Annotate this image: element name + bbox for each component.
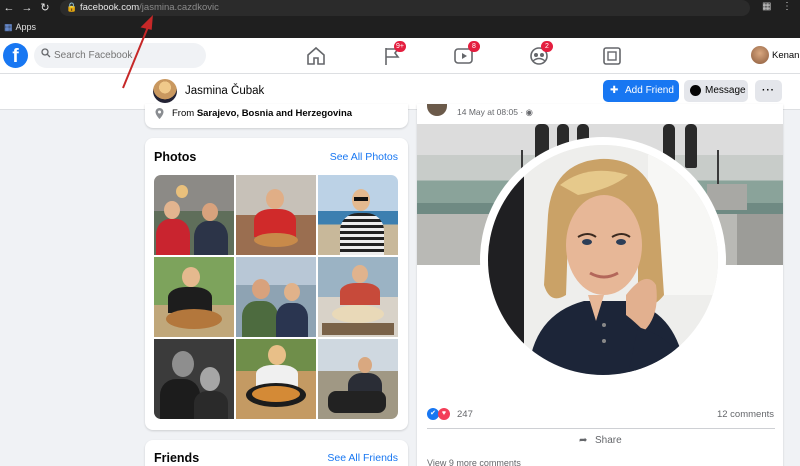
profile-name[interactable]: Jasmina Čubak	[185, 85, 264, 97]
apps-bookmark[interactable]: ▦ Apps	[4, 22, 36, 33]
back-icon[interactable]: ←	[2, 1, 16, 15]
location-pin-icon	[155, 108, 164, 119]
photo-grid	[154, 175, 398, 419]
add-friend-label: Add Friend	[625, 85, 674, 96]
reactions-row: ✔ ♥ 247 12 comments	[427, 408, 777, 422]
groups-badge: 2	[541, 41, 553, 52]
friends-title: Friends	[154, 451, 200, 465]
user-avatar	[751, 46, 769, 64]
globe-icon: ◉	[525, 107, 533, 117]
url-text: facebook.com/jasmina.cazdkovic	[80, 2, 219, 13]
forward-icon[interactable]: →	[20, 1, 34, 15]
message-label: Message	[705, 85, 746, 96]
view-more-comments-link[interactable]: View 9 more comments	[427, 458, 521, 466]
profile-picture[interactable]	[488, 145, 718, 375]
lock-icon: 🔒	[66, 2, 78, 12]
photo-thumbnail[interactable]	[154, 257, 234, 337]
comments-count[interactable]: 12 comments	[717, 409, 774, 420]
add-friend-icon: ✚	[610, 85, 619, 96]
translate-icon[interactable]: ▦	[762, 1, 771, 12]
browser-chrome: ← → ↻ 🔒 facebook.com/jasmina.cazdkovic ▦…	[0, 0, 800, 38]
post-header: 14 May at 08:05 · ◉	[417, 104, 783, 124]
search-icon	[41, 48, 51, 58]
message-button[interactable]: Message	[684, 80, 748, 102]
see-all-photos-link[interactable]: See All Photos	[330, 151, 398, 163]
photo-thumbnail[interactable]	[236, 257, 316, 337]
address-bar[interactable]: 🔒 facebook.com/jasmina.cazdkovic	[60, 0, 750, 16]
share-button[interactable]: ➦ Share	[579, 434, 649, 450]
gaming-icon[interactable]	[601, 46, 623, 66]
friends-card: Friends See All Friends	[145, 440, 408, 466]
photo-thumbnail[interactable]	[154, 175, 234, 255]
post-author-avatar[interactable]	[427, 104, 447, 116]
see-all-friends-link[interactable]: See All Friends	[327, 452, 398, 464]
photo-thumbnail[interactable]	[236, 175, 316, 255]
menu-icon[interactable]: ⋮	[782, 1, 792, 12]
facebook-logo-icon[interactable]: f	[3, 43, 28, 68]
intro-card: From Sarajevo, Bosnia and Herzegovina	[145, 104, 408, 128]
account-button[interactable]: Kenan	[751, 46, 800, 66]
post-date[interactable]: 14 May at 08:05 · ◉	[457, 107, 533, 118]
more-options-button[interactable]: ···	[755, 80, 782, 102]
photo-thumbnail[interactable]	[318, 339, 398, 419]
share-icon: ➦	[579, 435, 588, 446]
facebook-top-bar: f 9+ 8 2 Kenan	[0, 38, 800, 74]
apps-grid-icon: ▦	[4, 22, 13, 32]
post-divider	[427, 428, 775, 429]
from-location: From Sarajevo, Bosnia and Herzegovina	[172, 108, 353, 119]
reload-icon[interactable]: ↻	[38, 1, 52, 15]
photos-title: Photos	[154, 150, 197, 164]
pages-badge: 9+	[394, 41, 406, 52]
photo-thumbnail[interactable]	[236, 339, 316, 419]
photo-thumbnail[interactable]	[154, 339, 234, 419]
watch-badge: 8	[468, 41, 480, 52]
photo-thumbnail[interactable]	[318, 175, 398, 255]
user-name: Kenan	[772, 50, 800, 61]
bookmarks-bar: ▦ Apps	[0, 18, 800, 38]
profile-avatar-small[interactable]	[153, 79, 177, 103]
add-friend-button[interactable]: ✚ Add Friend	[603, 80, 679, 102]
share-label: Share	[595, 435, 622, 446]
search-input[interactable]	[34, 43, 206, 68]
reaction-count[interactable]: 247	[457, 409, 473, 420]
photo-thumbnail[interactable]	[318, 257, 398, 337]
profile-portrait	[488, 145, 718, 375]
love-reaction-icon[interactable]: ♥	[438, 408, 450, 420]
photos-card: Photos See All Photos	[145, 138, 408, 430]
home-icon[interactable]	[305, 46, 327, 66]
messenger-icon	[690, 85, 701, 96]
